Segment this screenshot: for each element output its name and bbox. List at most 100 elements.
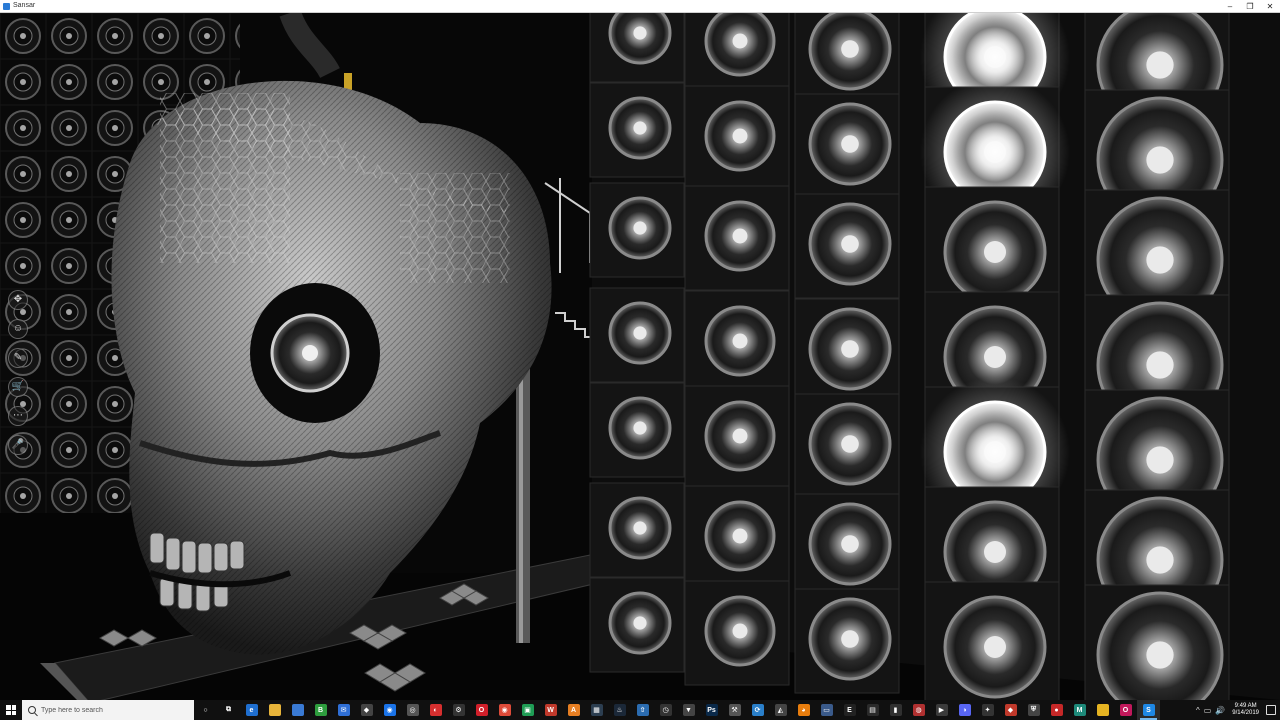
clock-app-icon: ◷ xyxy=(659,704,672,716)
taskbar-app-opera-gx[interactable]: O xyxy=(1114,700,1137,720)
edit-tool-icon[interactable]: ✎ xyxy=(8,348,28,368)
taskbar-app-grid-app[interactable]: ▦ xyxy=(585,700,608,720)
taskbar-app-unity[interactable]: ◆ xyxy=(355,700,378,720)
taskbar-app-folder[interactable] xyxy=(1091,700,1114,720)
store-cart-icon[interactable]: 🛒 xyxy=(8,377,28,397)
windows-taskbar: ○⧉eB✉◆◉◎◐⚙O◉▣WA▦♨⇧◷▼Ps⚒⟳◭◕▭E▤▮◍▶◑✦◆⛨●MOS… xyxy=(0,700,1280,720)
red-app-icon: W xyxy=(544,704,557,716)
taskbar-app-capture[interactable]: ◍ xyxy=(907,700,930,720)
taskbar-app-green-tool[interactable]: ▣ xyxy=(516,700,539,720)
windows-logo-icon xyxy=(6,705,16,715)
taskbar-app-chrome[interactable]: ◉ xyxy=(493,700,516,720)
record-icon: ● xyxy=(1050,704,1063,716)
microphone-icon[interactable]: 🎤 xyxy=(8,435,28,455)
capture-icon: ◍ xyxy=(912,704,925,716)
taskbar-app-red-app[interactable]: W xyxy=(539,700,562,720)
taskbar-app-settings[interactable]: ⚙ xyxy=(447,700,470,720)
discord-icon: ◑ xyxy=(958,704,971,716)
move-camera-tool-icon[interactable]: ✥ xyxy=(8,290,28,310)
taskbar-app-video[interactable]: ▶ xyxy=(930,700,953,720)
grid-app-icon: ▦ xyxy=(590,704,603,716)
shield-icon: ⛨ xyxy=(1027,704,1040,716)
taskbar-app-chrome-blue[interactable]: ◉ xyxy=(378,700,401,720)
taskbar-app-red-browser[interactable]: ◐ xyxy=(424,700,447,720)
3d-viewport[interactable]: ✥ ☺ ✎ 🛒 ⋯ 🎤 xyxy=(0,13,1280,700)
photoshop-icon: Ps xyxy=(705,704,718,716)
video-icon: ▶ xyxy=(935,704,948,716)
start-button[interactable] xyxy=(0,700,22,720)
taskbar-app-media[interactable]: ▤ xyxy=(861,700,884,720)
minimize-button[interactable]: – xyxy=(1220,0,1240,12)
window-title: Sansar xyxy=(13,2,36,9)
taskbar-app-browser[interactable]: ◎ xyxy=(401,700,424,720)
browser-icon: ◎ xyxy=(406,704,419,716)
speaker-wall xyxy=(589,13,1280,700)
taskbar-app-record[interactable]: ● xyxy=(1045,700,1068,720)
maximize-button[interactable]: ❐ xyxy=(1240,0,1260,12)
taskbar-app-blender[interactable]: ◕ xyxy=(792,700,815,720)
cortana-icon: ○ xyxy=(199,704,212,716)
volume-icon[interactable]: 🔊 xyxy=(1215,706,1225,715)
taskbar-app-file-explorer[interactable] xyxy=(263,700,286,720)
taskbar-app-display[interactable]: ▭ xyxy=(815,700,838,720)
taskbar-clock[interactable]: 9:49 AM 9/14/2019 xyxy=(1229,703,1262,717)
tray-chevron-icon[interactable]: ^ xyxy=(1196,706,1200,715)
taskbar-app-wolf[interactable]: ▼ xyxy=(677,700,700,720)
folder-icon xyxy=(1096,704,1109,716)
vr-icon: ◭ xyxy=(774,704,787,716)
edge-icon: e xyxy=(245,704,258,716)
taskbar-app-discord[interactable]: ◑ xyxy=(953,700,976,720)
taskbar-search-box[interactable] xyxy=(22,700,194,720)
taskbar-app-sync[interactable]: ⟳ xyxy=(746,700,769,720)
taskbar-app-green-app[interactable]: B xyxy=(309,700,332,720)
taskbar-app-epic[interactable]: E xyxy=(838,700,861,720)
taskbar-app-shield[interactable]: ⛨ xyxy=(1022,700,1045,720)
taskbar-app-task-view[interactable]: ⧉ xyxy=(217,700,240,720)
sansar-app-icon xyxy=(3,2,10,10)
search-input[interactable] xyxy=(41,706,181,714)
sansar-icon: S xyxy=(1142,704,1155,716)
window-controls: – ❐ ✕ xyxy=(1220,0,1280,12)
taskbar-app-opera[interactable]: O xyxy=(470,700,493,720)
blender-icon: ◕ xyxy=(797,704,810,716)
taskbar-app-photoshop[interactable]: Ps xyxy=(700,700,723,720)
store-icon xyxy=(291,704,304,716)
taskbar-app-cortana[interactable]: ○ xyxy=(194,700,217,720)
chrome-blue-icon: ◉ xyxy=(383,704,396,716)
clock-date: 9/14/2019 xyxy=(1232,710,1259,716)
task-view-icon: ⧉ xyxy=(222,704,235,716)
taskbar-app-sansar[interactable]: S xyxy=(1137,700,1160,720)
close-button[interactable]: ✕ xyxy=(1260,0,1280,12)
media-icon: ▤ xyxy=(866,704,879,716)
sync-icon: ⟳ xyxy=(751,704,764,716)
mail-icon: ✉ xyxy=(337,704,350,716)
system-tray: ^ ▭ 🔊 9:49 AM 9/14/2019 xyxy=(1196,700,1280,720)
more-options-icon[interactable]: ⋯ xyxy=(8,406,28,426)
taskbar-app-orange-app[interactable]: A xyxy=(562,700,585,720)
display-icon: ▭ xyxy=(820,704,833,716)
green-tool-icon: ▣ xyxy=(521,704,534,716)
scene-render xyxy=(0,13,1280,700)
taskbar-app-red-game[interactable]: ◆ xyxy=(999,700,1022,720)
taskbar-app-steam[interactable]: ♨ xyxy=(608,700,631,720)
taskbar-app-store[interactable] xyxy=(286,700,309,720)
taskbar-app-vr[interactable]: ◭ xyxy=(769,700,792,720)
taskbar-app-mail[interactable]: ✉ xyxy=(332,700,355,720)
green-app-icon: B xyxy=(314,704,327,716)
avatar-menu-icon[interactable]: ☺ xyxy=(8,319,28,339)
clock-time: 9:49 AM xyxy=(1234,703,1257,709)
taskbar-app-chat[interactable]: ✦ xyxy=(976,700,999,720)
orange-app-icon: A xyxy=(567,704,580,716)
red-game-icon: ◆ xyxy=(1004,704,1017,716)
chat-icon: ✦ xyxy=(981,704,994,716)
action-center-icon[interactable] xyxy=(1266,705,1276,715)
taskbar-app-upload[interactable]: ⇧ xyxy=(631,700,654,720)
window-title-bar: Sansar – ❐ ✕ xyxy=(0,0,1280,13)
network-icon[interactable]: ▭ xyxy=(1204,706,1212,715)
taskbar-app-clock-app[interactable]: ◷ xyxy=(654,700,677,720)
upload-icon: ⇧ xyxy=(636,704,649,716)
taskbar-app-tool[interactable]: ⚒ xyxy=(723,700,746,720)
taskbar-app-terminal[interactable]: ▮ xyxy=(884,700,907,720)
taskbar-app-edge[interactable]: e xyxy=(240,700,263,720)
taskbar-app-maya[interactable]: M xyxy=(1068,700,1091,720)
